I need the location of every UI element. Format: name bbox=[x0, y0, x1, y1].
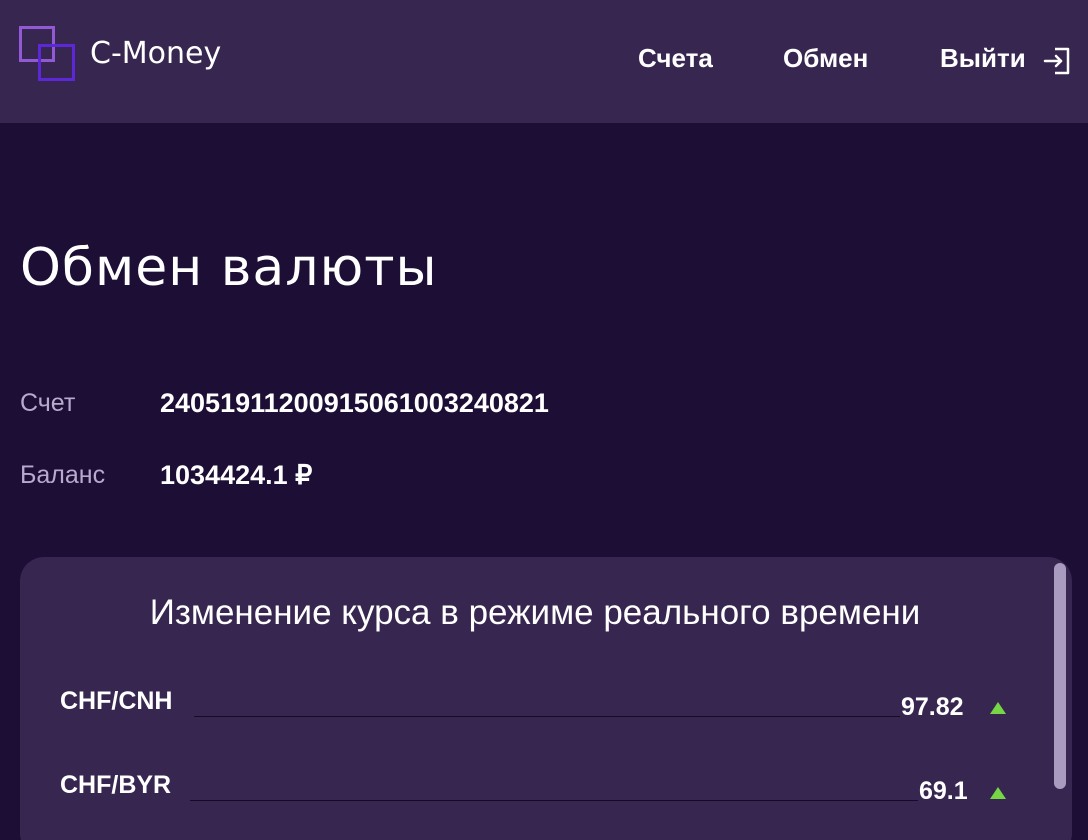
trend-up-icon bbox=[990, 702, 1006, 714]
account-label: Счет bbox=[20, 389, 76, 417]
nav-accounts-link[interactable]: Счета bbox=[638, 43, 713, 74]
rate-row: CHF/BYR 69.1 bbox=[60, 771, 1010, 811]
brand-name[interactable]: C-Money bbox=[90, 36, 221, 71]
rate-pair: CHF/BYR bbox=[60, 771, 172, 799]
rate-divider bbox=[194, 716, 900, 717]
rate-value: 69.1 bbox=[919, 777, 968, 805]
balance-value: 1034424.1 ₽ bbox=[160, 460, 313, 490]
logo-icon[interactable] bbox=[19, 26, 79, 84]
account-number: 24051911200915061003240821 bbox=[160, 388, 549, 418]
exchange-rates-card: Изменение курса в режиме реального време… bbox=[20, 557, 1072, 840]
logo-square-front bbox=[38, 44, 75, 81]
nav-exchange-link[interactable]: Обмен bbox=[783, 43, 868, 74]
rate-divider bbox=[190, 800, 918, 801]
nav-logout-link[interactable]: Выйти bbox=[940, 43, 1026, 74]
page-title: Обмен валюты bbox=[20, 238, 438, 298]
rates-card-title: Изменение курса в режиме реального време… bbox=[149, 593, 921, 632]
rate-row: CHF/CNH 97.82 bbox=[60, 687, 1010, 727]
rates-scrollbar[interactable] bbox=[1054, 563, 1066, 789]
rate-value: 97.82 bbox=[901, 693, 964, 721]
logout-icon[interactable] bbox=[1042, 46, 1072, 76]
trend-up-icon bbox=[990, 787, 1006, 799]
rate-pair: CHF/CNH bbox=[60, 687, 173, 715]
balance-label: Баланс bbox=[20, 461, 106, 489]
top-header: C-Money Счета Обмен Выйти bbox=[0, 0, 1088, 123]
